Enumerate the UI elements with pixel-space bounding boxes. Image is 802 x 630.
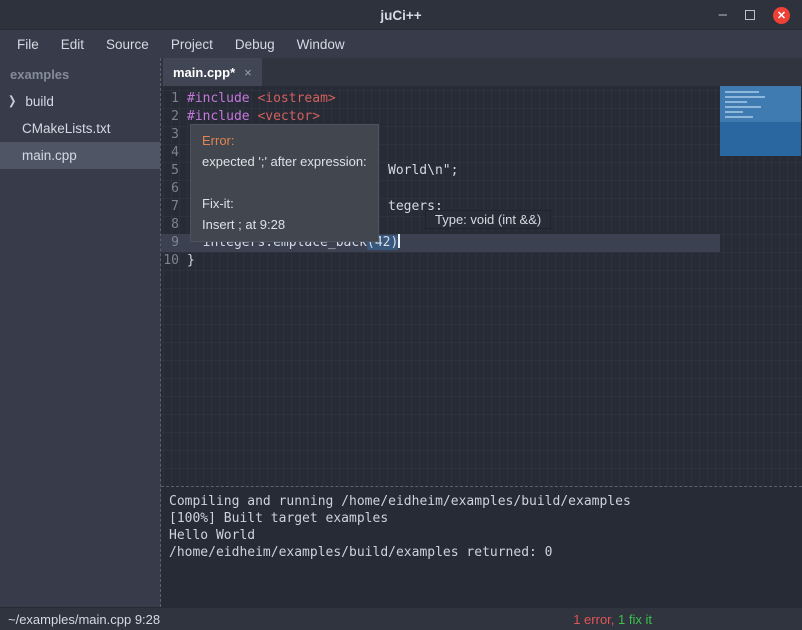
fixit-count: 1 fix it — [618, 612, 652, 627]
diagnostic-message: expected ';' after expression: — [202, 151, 367, 172]
preprocessor-token: #include — [187, 91, 257, 106]
text-cursor — [398, 234, 400, 248]
diagnostics-status: 1 error, 1 fix it — [573, 612, 652, 627]
error-count: 1 error, — [573, 612, 614, 627]
line-number: 9 — [161, 234, 187, 252]
code-line[interactable]: 1 #include <iostream> — [161, 90, 720, 108]
tree-item-build[interactable]: ❯ build — [0, 88, 160, 115]
source-editor[interactable]: 1 #include <iostream> 2 #include <vector… — [161, 86, 802, 486]
line-number: 4 — [161, 144, 187, 162]
overview-minimap[interactable] — [720, 86, 801, 156]
type-tooltip: Type: void (int &&) — [425, 210, 551, 229]
line-number: 1 — [161, 90, 187, 108]
menu-source[interactable]: Source — [95, 30, 160, 58]
include-header-token: <iostream> — [257, 91, 335, 106]
terminal-line: Compiling and running /home/eidheim/exam… — [169, 493, 794, 510]
tab-label: main.cpp* — [173, 65, 235, 80]
window-title: juCi++ — [0, 0, 802, 30]
menubar: File Edit Source Project Debug Window — [0, 30, 802, 58]
tree-item-label: build — [25, 94, 54, 109]
tabbar: main.cpp* × — [161, 58, 802, 86]
restore-icon[interactable] — [745, 10, 755, 20]
close-icon[interactable]: ✕ — [773, 7, 790, 24]
project-folder-label: examples — [0, 60, 160, 88]
tab-close-icon[interactable]: × — [244, 65, 252, 80]
tree-item-label: CMakeLists.txt — [22, 121, 111, 136]
window-controls: – ✕ — [719, 0, 790, 30]
menu-file[interactable]: File — [6, 30, 50, 58]
file-tree-sidebar: examples ❯ build CMakeLists.txt main.cpp — [0, 58, 160, 607]
terminal-output[interactable]: Compiling and running /home/eidheim/exam… — [161, 486, 802, 607]
line-number: 5 — [161, 162, 187, 180]
editor-pane: main.cpp* × 1 #include <iostream> 2 #inc… — [160, 58, 802, 607]
fixit-text: Insert ; at 9:28 — [202, 214, 367, 235]
minimap-code-lines — [725, 91, 765, 121]
tab-maincpp[interactable]: main.cpp* × — [163, 58, 262, 86]
include-header-token: <vector> — [257, 109, 320, 124]
menu-edit[interactable]: Edit — [50, 30, 95, 58]
menu-project[interactable]: Project — [160, 30, 224, 58]
diagnostic-tooltip: Error: expected ';' after expression: Fi… — [190, 124, 379, 242]
line-number: 3 — [161, 126, 187, 144]
tree-item-maincpp[interactable]: main.cpp — [0, 142, 160, 169]
code-fragment: World\n"; — [388, 162, 458, 180]
menu-window[interactable]: Window — [286, 30, 356, 58]
fixit-title: Fix-it: — [202, 193, 367, 214]
statusbar: ~/examples/main.cpp 9:28 1 error, 1 fix … — [0, 607, 802, 630]
code-text: } — [187, 253, 195, 268]
line-number: 6 — [161, 180, 187, 198]
titlebar: juCi++ – ✕ — [0, 0, 802, 30]
app-window: juCi++ – ✕ File Edit Source Project Debu… — [0, 0, 802, 630]
tree-item-label: main.cpp — [22, 148, 77, 163]
line-number: 2 — [161, 108, 187, 126]
terminal-line: Hello World — [169, 527, 794, 544]
file-location-status: ~/examples/main.cpp 9:28 — [8, 612, 160, 627]
tree-item-cmakelists[interactable]: CMakeLists.txt — [0, 115, 160, 142]
menu-debug[interactable]: Debug — [224, 30, 286, 58]
preprocessor-token: #include — [187, 109, 257, 124]
minimize-icon[interactable]: – — [719, 10, 727, 20]
code-line[interactable]: 10 } — [161, 252, 720, 270]
terminal-line: [100%] Built target examples — [169, 510, 794, 527]
chevron-right-icon[interactable]: ❯ — [8, 95, 16, 108]
diagnostic-title: Error: — [202, 130, 367, 151]
line-number: 7 — [161, 198, 187, 216]
terminal-line: /home/eidheim/examples/build/examples re… — [169, 544, 794, 561]
tooltip-spacer — [202, 172, 367, 193]
line-number: 10 — [161, 252, 187, 270]
line-number: 8 — [161, 216, 187, 234]
